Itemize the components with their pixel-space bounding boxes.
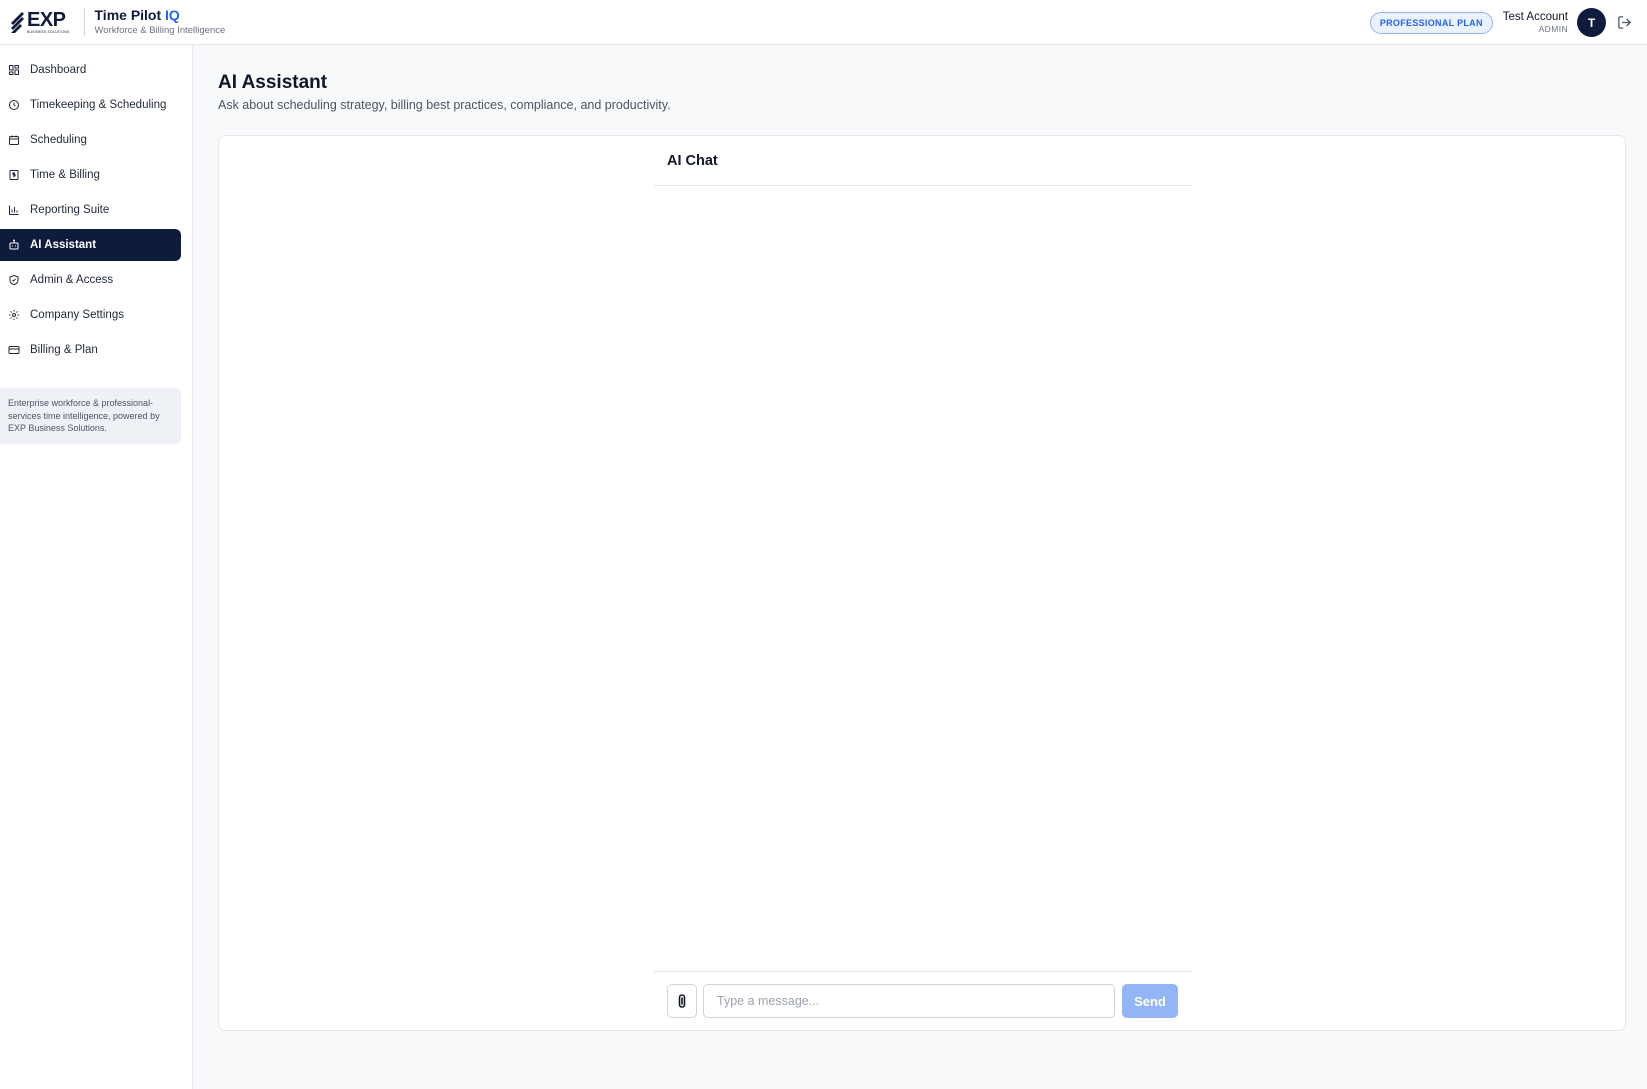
top-header: EXP BUSINESS SOLUTIONS Time Pilot IQ Wor… (0, 0, 1647, 45)
sidebar-item-ai-assistant[interactable]: AI Assistant (0, 229, 181, 261)
plan-badge[interactable]: PROFESSIONAL PLAN (1369, 11, 1493, 34)
sidebar-item-timekeeping-scheduling[interactable]: Timekeeping & Scheduling (0, 89, 181, 121)
sidebar-item-label: Billing & Plan (30, 344, 98, 356)
sidebar-item-dashboard[interactable]: Dashboard (0, 54, 181, 86)
sidebar-nav: Dashboard Timekeeping & Scheduling Sched… (0, 45, 192, 366)
sidebar-item-label: Time & Billing (30, 169, 100, 181)
sidebar-item-scheduling[interactable]: Scheduling (0, 124, 181, 156)
sidebar-item-label: Scheduling (30, 134, 87, 146)
page-subtitle: Ask about scheduling strategy, billing b… (218, 98, 671, 112)
sidebar-item-label: Admin & Access (30, 274, 114, 286)
bot-icon (7, 239, 20, 252)
sidebar-item-admin-access[interactable]: Admin & Access (0, 264, 181, 296)
sidebar-item-billing-plan[interactable]: Billing & Plan (0, 334, 181, 366)
send-button[interactable]: Send (1122, 984, 1178, 1018)
chat-panel: AI Chat Send (218, 135, 1626, 1031)
sidebar: Dashboard Timekeeping & Scheduling Sched… (0, 45, 193, 1089)
sidebar-item-company-settings[interactable]: Company Settings (0, 299, 181, 331)
sidebar-item-label: Dashboard (30, 64, 87, 76)
sidebar-item-label: Timekeeping & Scheduling (30, 99, 167, 111)
brand-title: Time Pilot IQ (95, 7, 226, 23)
sidebar-item-label: Reporting Suite (30, 204, 110, 216)
sidebar-item-reporting-suite[interactable]: Reporting Suite (0, 194, 181, 226)
account-role: ADMIN (1538, 24, 1568, 34)
chat-title: AI Chat (654, 136, 1192, 186)
sidebar-note: Enterprise workforce & professional-serv… (0, 388, 181, 444)
clock-icon (7, 99, 20, 112)
chat-column: AI Chat Send (654, 136, 1192, 1030)
gear-icon (7, 309, 20, 322)
account-info[interactable]: Test Account ADMIN (1503, 10, 1568, 35)
brand: Time Pilot IQ Workforce & Billing Intell… (95, 7, 226, 37)
credit-card-icon (7, 344, 20, 357)
bar-chart-icon (7, 204, 20, 217)
logout-icon[interactable] (1615, 14, 1633, 32)
calendar-icon (7, 134, 20, 147)
sidebar-item-time-billing[interactable]: Time & Billing (0, 159, 181, 191)
sidebar-item-label: AI Assistant (30, 239, 97, 251)
shield-icon (7, 274, 20, 287)
brand-title-main: Time Pilot (94, 7, 162, 23)
attach-button[interactable] (667, 984, 697, 1018)
sidebar-item-label: Company Settings (30, 309, 124, 321)
chat-messages[interactable] (654, 186, 1192, 971)
brand-divider (83, 8, 85, 36)
exp-logo[interactable]: EXP BUSINESS SOLUTIONS (9, 7, 70, 37)
receipt-icon (7, 169, 20, 182)
exp-logo-mark-icon (11, 12, 24, 33)
logo-text: EXP (27, 8, 66, 31)
chat-composer: Send (654, 971, 1192, 1030)
grid-icon (7, 64, 20, 77)
avatar[interactable]: T (1577, 8, 1606, 37)
page-title: AI Assistant (218, 72, 328, 93)
account-name: Test Account (1502, 11, 1568, 23)
brand-subtitle: Workforce & Billing Intelligence (94, 25, 226, 36)
paperclip-icon (678, 994, 686, 1008)
brand-title-accent: IQ (165, 7, 180, 23)
logo-subtext: BUSINESS SOLUTIONS (27, 29, 70, 34)
message-input[interactable] (703, 984, 1115, 1018)
